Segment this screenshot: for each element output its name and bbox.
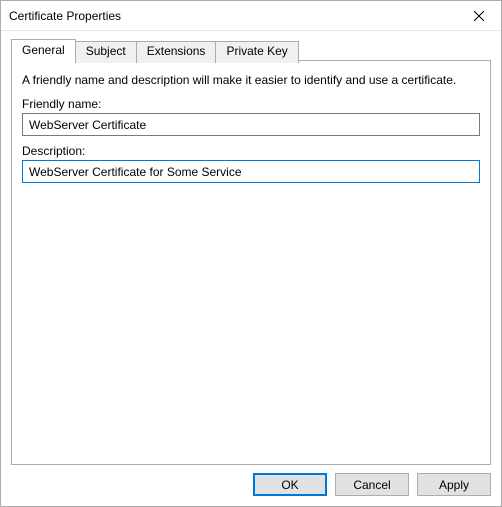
tab-strip: General Subject Extensions Private Key — [11, 39, 491, 61]
friendly-name-input[interactable] — [22, 113, 480, 136]
titlebar: Certificate Properties — [1, 1, 501, 31]
description-label: Description: — [22, 144, 480, 158]
tab-general[interactable]: General — [11, 39, 76, 61]
cancel-button[interactable]: Cancel — [335, 473, 409, 496]
friendly-name-group: Friendly name: — [22, 97, 480, 136]
close-button[interactable] — [456, 1, 501, 30]
tab-subject[interactable]: Subject — [75, 41, 137, 63]
certificate-properties-dialog: Certificate Properties General Subject E… — [0, 0, 502, 507]
tab-extensions[interactable]: Extensions — [136, 41, 217, 63]
description-input[interactable] — [22, 160, 480, 183]
button-row: OK Cancel Apply — [11, 465, 491, 496]
tab-private-key[interactable]: Private Key — [215, 41, 298, 63]
help-text: A friendly name and description will mak… — [22, 73, 480, 87]
description-group: Description: — [22, 144, 480, 183]
ok-button[interactable]: OK — [253, 473, 327, 496]
friendly-name-label: Friendly name: — [22, 97, 480, 111]
tab-panel-general: A friendly name and description will mak… — [11, 60, 491, 465]
window-title: Certificate Properties — [9, 9, 121, 23]
close-icon — [474, 11, 484, 21]
apply-button[interactable]: Apply — [417, 473, 491, 496]
client-area: General Subject Extensions Private Key A… — [1, 31, 501, 506]
